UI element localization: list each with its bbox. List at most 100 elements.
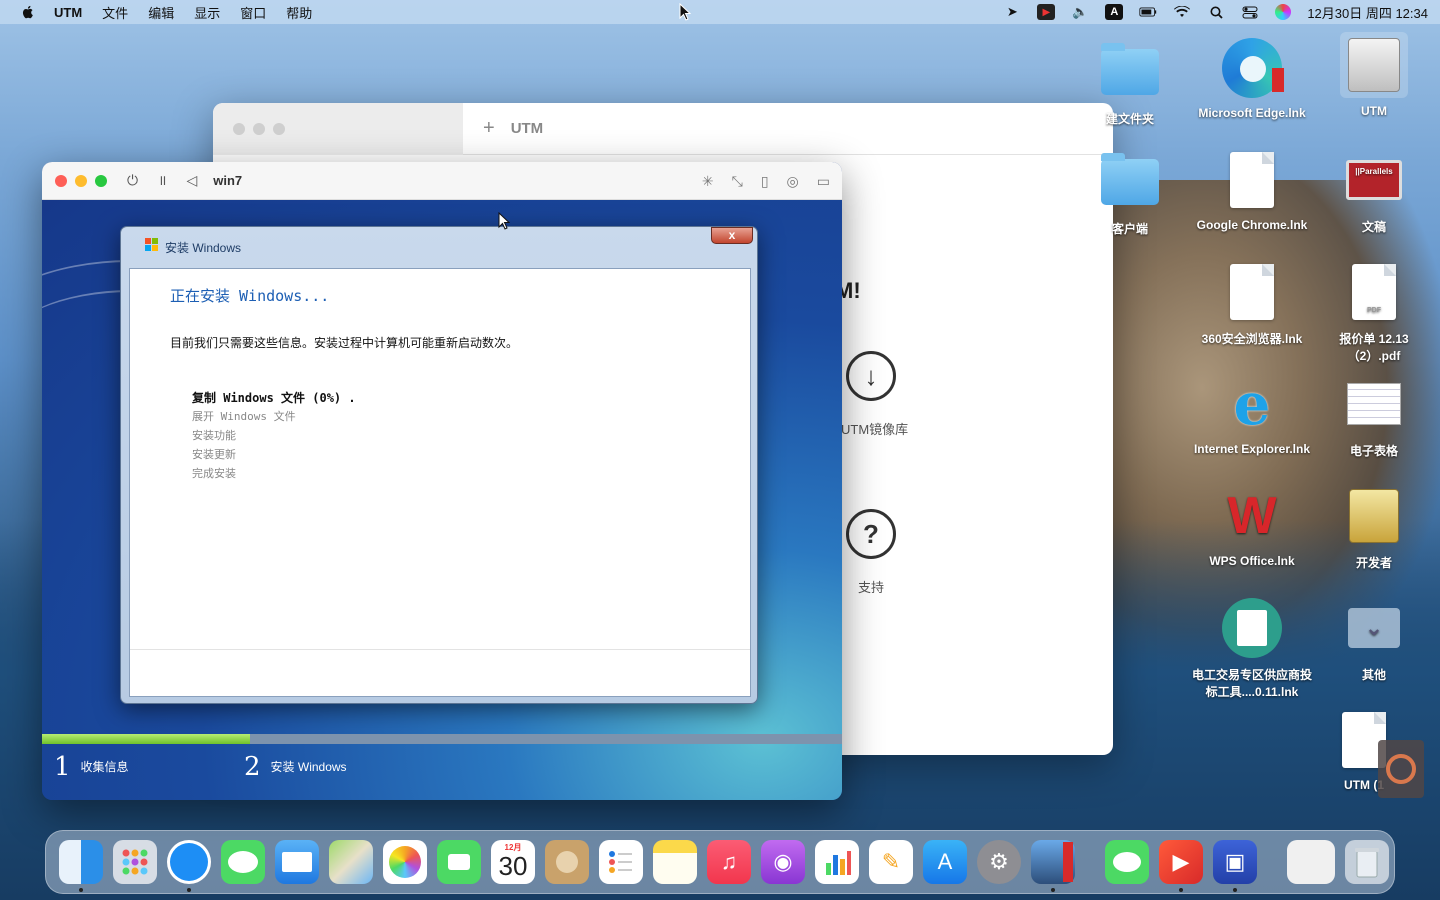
desktop-icon-new-folder[interactable]: 建文件夹 [1070, 40, 1190, 127]
desktop-icon-other[interactable]: ⌄ 其他 [1314, 596, 1434, 683]
dock-parallels-icon[interactable] [1031, 840, 1075, 892]
dock-launchpad-icon[interactable] [113, 840, 157, 884]
shared-folder-icon[interactable]: ▭ [817, 173, 830, 190]
dock-numbers-icon[interactable] [815, 840, 859, 884]
menu-app-utm[interactable]: UTM [54, 5, 82, 20]
setup-dialog-title: 安装 Windows [165, 241, 242, 255]
tile-gallery[interactable]: ↓ UTM镜像库 [841, 351, 908, 438]
wifi-icon[interactable] [1173, 4, 1191, 20]
parallels-status-icon[interactable]: ▶ [1037, 4, 1056, 20]
close-button[interactable] [55, 174, 67, 187]
pdf-icon: PDF [1342, 260, 1406, 324]
spotlight-search-icon[interactable] [1207, 4, 1225, 20]
desktop-icon-spreadsheet[interactable]: 电子表格 [1314, 372, 1434, 459]
desktop-icon-ie[interactable]: e Internet Explorer.lnk [1192, 372, 1312, 456]
desktop-icon-label: Internet Explorer.lnk [1193, 442, 1311, 456]
dock-wechat-icon[interactable] [1105, 840, 1149, 884]
dock-maps-icon[interactable] [329, 840, 373, 884]
install-progress-fill [42, 734, 250, 744]
menu-help[interactable]: 帮助 [286, 3, 312, 22]
dock-contacts-icon[interactable] [545, 840, 589, 884]
siri-icon[interactable] [1275, 4, 1292, 20]
menu-window[interactable]: 窗口 [240, 3, 266, 22]
desktop-icon-developer[interactable]: 开发者 [1314, 484, 1434, 571]
developer-icon [1342, 484, 1406, 548]
disk-icon [1340, 32, 1408, 98]
dock-preview-icon[interactable] [1287, 840, 1335, 884]
vm-screen[interactable]: 安装 Windows x 正在安装 Windows... 目前我们只需要这些信息… [42, 200, 842, 800]
vm-toolbar: ⏻ ॥ ◁ win7 ✳ ⤡ ▯ ◎ ▭ [42, 162, 842, 200]
volume-icon[interactable]: 🔈 [1071, 4, 1089, 20]
tile-support-label: 支持 [857, 580, 884, 595]
minimize-button[interactable] [75, 174, 87, 187]
menu-edit[interactable]: 编辑 [148, 3, 174, 22]
desktop-icon-label: 电工交易专区供应商投标工具....0.11.lnk [1192, 668, 1313, 699]
dock-finder-icon[interactable] [59, 840, 103, 892]
pdf-badge: PDF [1367, 307, 1381, 314]
back-icon[interactable]: ◁ [186, 172, 197, 189]
dock-mail-icon[interactable] [275, 840, 319, 884]
setup-close-button[interactable]: x [711, 227, 753, 244]
menu-clock[interactable]: 12月30日 周四 12:34 [1307, 3, 1428, 22]
drive-icon[interactable]: ◎ [787, 173, 799, 190]
pause-icon[interactable]: ॥ [158, 171, 166, 190]
display-icon[interactable]: ✳ [702, 173, 714, 190]
close-button-inactive[interactable] [233, 123, 245, 135]
dock-reminders-icon[interactable] [599, 840, 643, 884]
mouse-cursor-icon [679, 3, 691, 21]
desktop-icon-documents[interactable]: ||Parallels 文稿 [1314, 148, 1434, 235]
zoom-button-inactive[interactable] [273, 123, 285, 135]
setup-step: 安装更新 [192, 448, 236, 461]
control-center-icon[interactable] [1241, 4, 1259, 20]
resize-icon[interactable]: ⤡ [732, 173, 743, 190]
menu-file[interactable]: 文件 [102, 3, 128, 22]
desktop-icon-label: WPS Office.lnk [1209, 554, 1295, 568]
dock-pages-icon[interactable]: ✎ [869, 840, 913, 884]
desktop-icon-chrome[interactable]: Google Chrome.lnk [1192, 148, 1312, 232]
dock-safari-icon[interactable] [167, 840, 211, 892]
battery-icon[interactable] [1139, 4, 1157, 20]
dock-calendar-icon[interactable]: 12月 30 [491, 840, 535, 884]
desktop-icon-pdf[interactable]: PDF 报价单 12.13（2）.pdf [1314, 260, 1434, 364]
minimize-button-inactive[interactable] [253, 123, 265, 135]
dock-music-icon[interactable]: ♫ [707, 840, 751, 884]
dock-facetime-icon[interactable] [437, 840, 481, 884]
dock-wps-icon[interactable]: ▶ [1159, 840, 1203, 892]
input-method-icon[interactable]: A [1105, 4, 1124, 20]
utm-floating-widget[interactable] [1378, 740, 1424, 798]
chevron-down-icon: ⌄ [1342, 596, 1406, 660]
dock-screenshot-icon[interactable]: ▣ [1213, 840, 1257, 892]
desktop-icon-label: 建文件夹 [1105, 112, 1154, 126]
menu-bar: UTM 文件 编辑 显示 窗口 帮助 ➤ ▶ 🔈 A 12月30日 周四 12:… [0, 0, 1440, 24]
menu-view[interactable]: 显示 [194, 3, 220, 22]
add-vm-icon[interactable]: + [483, 117, 495, 140]
setup-step: 完成安装 [192, 467, 236, 480]
desktop-icon-360[interactable]: 360安全浏览器.lnk [1192, 260, 1312, 347]
desktop-icon-client[interactable]: 客户端 [1070, 150, 1190, 237]
zoom-button[interactable] [95, 174, 107, 187]
apple-icon[interactable] [20, 4, 36, 20]
setup-step: 复制 Windows 文件 (0%) . [192, 391, 356, 405]
dock-notes-icon[interactable] [653, 840, 697, 884]
phase-label: 安装 Windows [270, 760, 347, 774]
parallels-icon: ||Parallels [1342, 148, 1406, 212]
desktop-icon-edge[interactable]: Microsoft Edge.lnk [1192, 36, 1312, 120]
dock-app-store-icon[interactable]: A [923, 840, 967, 884]
calendar-day: 30 [498, 851, 528, 881]
tile-support[interactable]: ? 支持 [841, 509, 901, 596]
document-icon [1220, 148, 1284, 212]
phase-collect: 1 收集信息 [54, 752, 129, 782]
dock-trash-icon[interactable] [1345, 840, 1389, 884]
dock-podcasts-icon[interactable]: ◉ [761, 840, 805, 884]
windows-setup-dialog: 安装 Windows x 正在安装 Windows... 目前我们只需要这些信息… [120, 226, 758, 704]
desktop-icon-bidding-tool[interactable]: 电工交易专区供应商投标工具....0.11.lnk [1192, 596, 1312, 700]
location-icon[interactable]: ➤ [1003, 4, 1021, 20]
dock-system-preferences-icon[interactable]: ⚙ [977, 840, 1021, 884]
desktop-icon-wps[interactable]: W WPS Office.lnk [1192, 484, 1312, 568]
dock-messages-icon[interactable] [221, 840, 265, 884]
desktop-icon-label: 其他 [1361, 668, 1386, 682]
dock-photos-icon[interactable] [383, 840, 427, 884]
power-icon[interactable]: ⏻ [127, 172, 138, 189]
desktop-icon-utm[interactable]: UTM [1314, 32, 1434, 118]
usb-icon[interactable]: ▯ [761, 173, 769, 190]
